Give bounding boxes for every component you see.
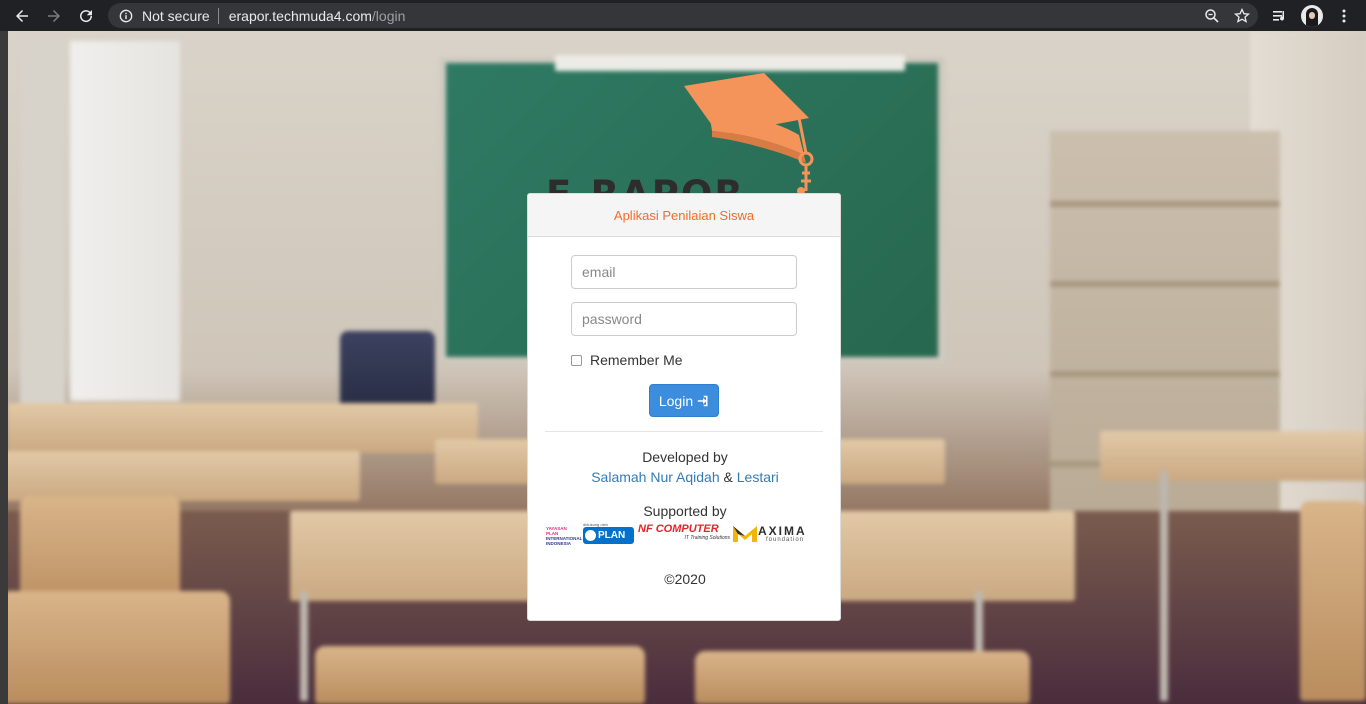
back-arrow-icon bbox=[16, 9, 28, 22]
more-vert-icon bbox=[1342, 9, 1346, 22]
avatar bbox=[1301, 4, 1323, 27]
back-button[interactable] bbox=[6, 0, 38, 31]
reload-icon bbox=[80, 9, 93, 22]
forward-arrow-icon bbox=[48, 9, 60, 22]
zoom-icon[interactable] bbox=[1204, 8, 1220, 24]
browser-toolbar: Not secure erapor.techmuda4.com/login bbox=[0, 0, 1366, 31]
password-input[interactable] bbox=[571, 302, 797, 336]
menu-button[interactable] bbox=[1334, 0, 1354, 31]
address-bar[interactable]: Not secure erapor.techmuda4.com/login bbox=[108, 3, 1258, 28]
developer-link-2[interactable]: Lestari bbox=[737, 469, 779, 485]
copyright-text: ©2020 bbox=[664, 571, 706, 587]
developed-by-label: Developed by bbox=[642, 449, 728, 465]
reload-button[interactable] bbox=[70, 0, 102, 31]
nf-computer-logo: NF COMPUTER IT Training Solutions bbox=[638, 523, 730, 542]
remember-me-label: Remember Me bbox=[590, 352, 683, 368]
yayasan-plan-logo: YAYASAN PLAN INTERNATIONAL INDONESIA bbox=[546, 526, 583, 546]
remember-me-checkbox[interactable]: Remember Me bbox=[571, 352, 683, 368]
maxima-m-icon bbox=[733, 526, 757, 542]
login-button-label: Login bbox=[658, 392, 694, 409]
card-header: Aplikasi Penilaian Siswa bbox=[528, 194, 840, 237]
url-host: erapor.techmuda4.com bbox=[228, 7, 372, 24]
login-button[interactable]: Login bbox=[649, 384, 719, 417]
omnibox-separator bbox=[217, 7, 219, 24]
bookmark-star-icon[interactable] bbox=[1234, 7, 1250, 24]
media-control-icon[interactable] bbox=[1268, 0, 1292, 31]
profile-avatar[interactable] bbox=[1300, 0, 1324, 31]
page-background: E-RAPOR Aplikasi Penilaian Siswa Remembe… bbox=[0, 31, 1366, 704]
sign-in-icon bbox=[697, 395, 708, 406]
info-icon[interactable] bbox=[118, 8, 134, 24]
forward-button[interactable] bbox=[38, 0, 70, 31]
page-left-edge bbox=[0, 31, 8, 704]
maxima-foundation-logo: AXIMA foundation bbox=[732, 524, 824, 546]
developer-link-1[interactable]: Salamah Nur Aqidah bbox=[591, 469, 719, 485]
divider bbox=[545, 431, 823, 432]
sponsor-logos: YAYASAN PLAN INTERNATIONAL INDONESIA did… bbox=[546, 522, 824, 546]
developer-names: Salamah Nur Aqidah & Lestari bbox=[528, 469, 842, 485]
supported-by-label: Supported by bbox=[643, 503, 727, 519]
checkbox-box[interactable] bbox=[571, 354, 582, 366]
plan-international-logo: didukung oleh PLAN bbox=[583, 522, 634, 546]
url-path: /login bbox=[371, 7, 406, 24]
security-label: Not secure bbox=[142, 7, 210, 24]
login-card: Aplikasi Penilaian Siswa Remember Me Log… bbox=[527, 193, 841, 621]
email-input[interactable] bbox=[571, 255, 797, 289]
and-separator: & bbox=[723, 469, 733, 485]
